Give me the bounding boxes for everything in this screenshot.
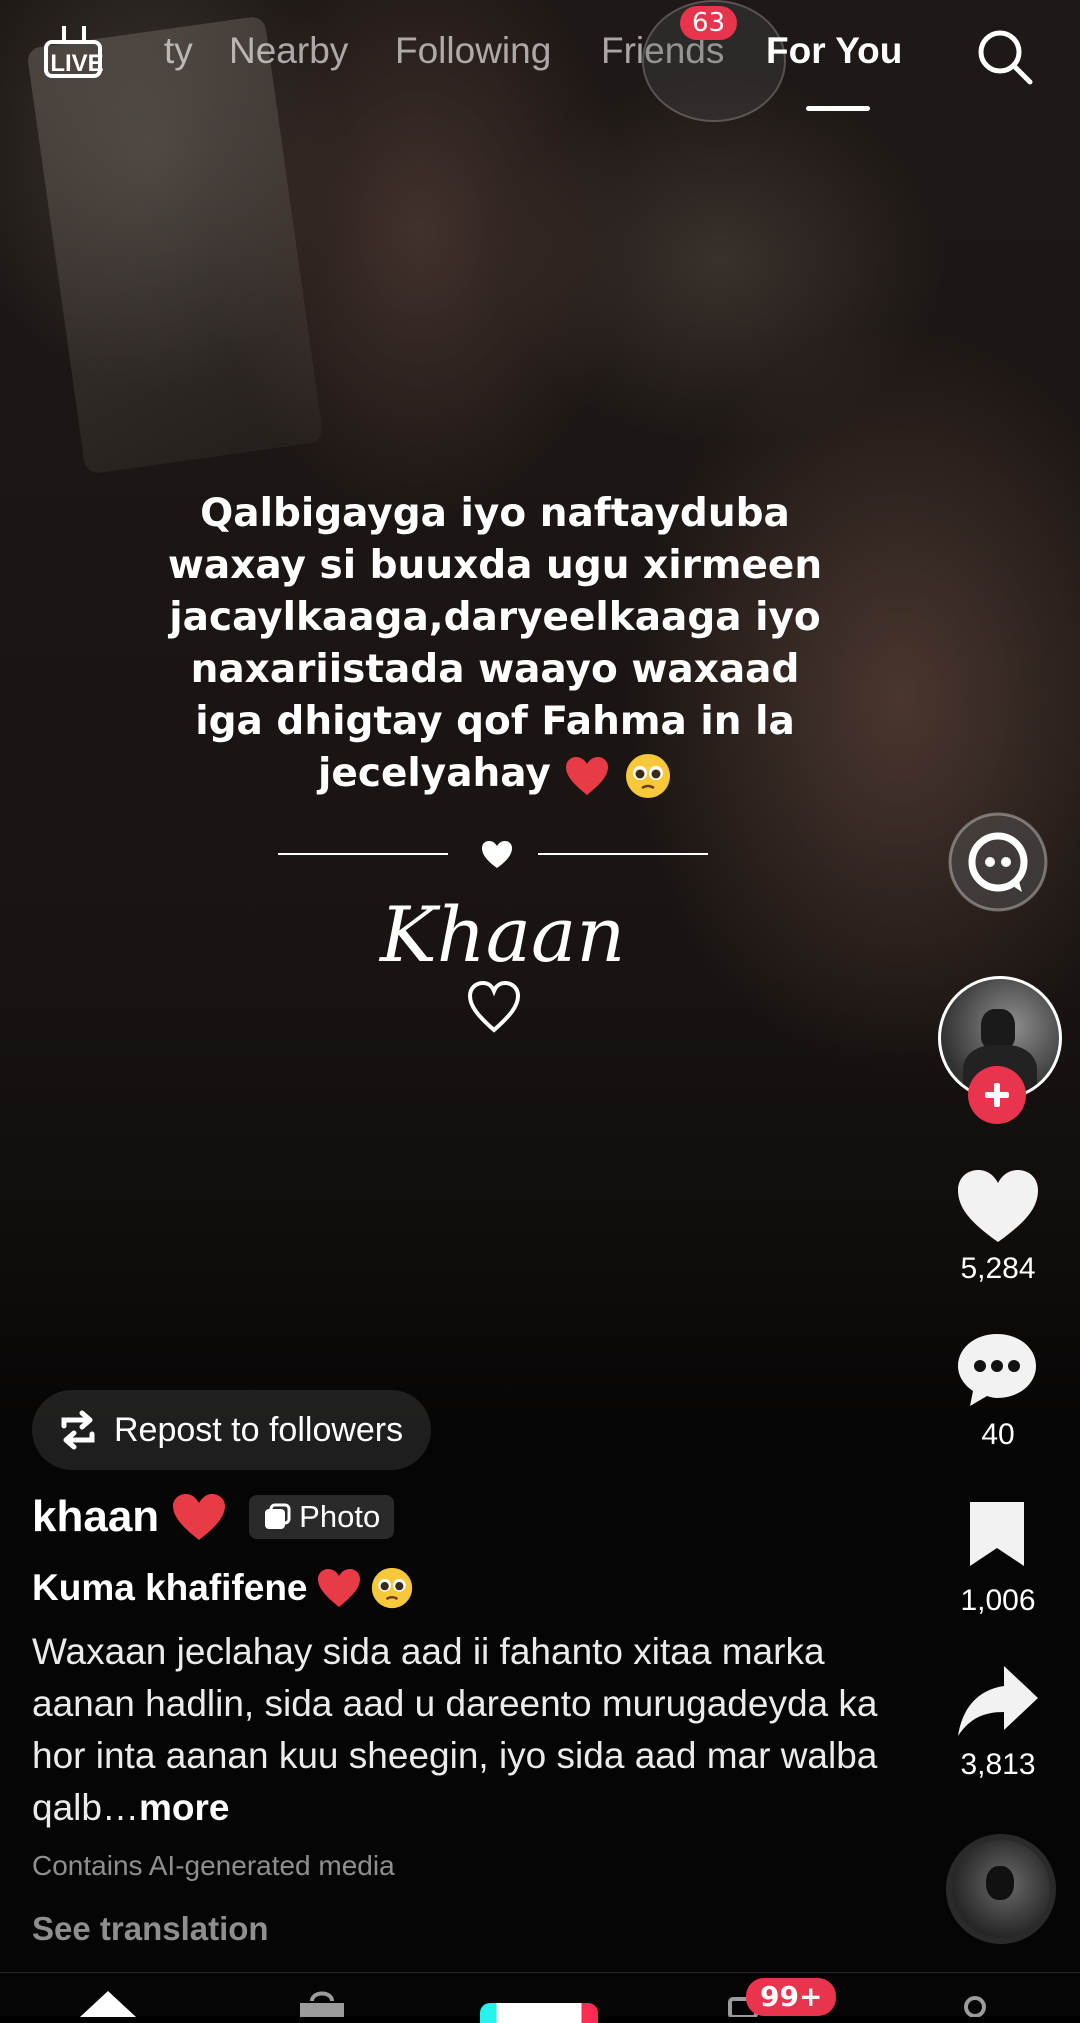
home-icon[interactable] [76, 1987, 140, 2017]
repost-icon [61, 1410, 95, 1450]
post-title: Kuma khafifene [32, 1567, 308, 1608]
sound-disc-figure [986, 1866, 1014, 1900]
share-count: 3,813 [960, 1748, 1036, 1781]
repost-button[interactable]: Repost to followers [32, 1390, 432, 1470]
caption-line: Qalbigayga iyo naftayduba [200, 491, 790, 536]
author-row: khaan Photo [32, 1492, 395, 1542]
caption-line: iga dhigtay qof Fahma in la [195, 699, 795, 744]
live-label: LIVE [50, 50, 104, 77]
caption-line: jecelyahay [318, 751, 551, 796]
assistant-icon[interactable] [948, 812, 1048, 912]
caption-line: jacaylkaaga,daryeelkaaga iyo [169, 595, 821, 640]
photo-caption: Qalbigayga iyo naftayduba waxay si buuxd… [120, 488, 870, 800]
top-nav: LIVE ty Nearby Following Friends 63 For … [0, 0, 1080, 122]
red-heart-icon [317, 1569, 360, 1607]
photo-chip: Photo [249, 1495, 395, 1539]
signature: Khaan [380, 890, 626, 979]
comment-count: 40 [981, 1418, 1015, 1451]
decorative-divider [278, 840, 718, 870]
repost-label: Repost to followers [114, 1410, 404, 1449]
bookmark-icon[interactable] [964, 1498, 1030, 1570]
shop-icon[interactable] [294, 1987, 350, 2017]
tab-following[interactable]: Following [395, 30, 551, 72]
red-heart-icon [173, 1494, 226, 1540]
author-username[interactable]: khaan [32, 1492, 159, 1542]
share-arrow-icon[interactable] [954, 1662, 1042, 1740]
active-tab-indicator [806, 106, 870, 111]
bottom-nav [0, 1972, 1080, 2023]
pleading-face-icon [625, 753, 670, 798]
caption-line-last: jecelyahay [120, 748, 870, 800]
outline-heart-icon [467, 980, 521, 1033]
save-count: 1,006 [960, 1584, 1036, 1617]
post-description[interactable]: Waxaan jeclahay sida aad ii fahanto xita… [32, 1626, 912, 1834]
photo-icon [265, 1503, 291, 1529]
more-link[interactable]: more [139, 1787, 229, 1828]
create-button[interactable] [480, 2003, 598, 2023]
divider-line-right [538, 853, 708, 855]
friends-badge: 63 [680, 6, 738, 40]
like-heart-icon[interactable] [954, 1166, 1042, 1246]
comment-icon[interactable] [954, 1330, 1040, 1410]
pleading-face-icon [371, 1567, 412, 1609]
live-icon[interactable]: LIVE [40, 26, 110, 84]
see-translation-link[interactable]: See translation [32, 1910, 269, 1948]
tab-for-you[interactable]: For You [766, 30, 902, 72]
like-count: 5,284 [960, 1252, 1036, 1285]
caption-line: naxariistada waayo waxaad [190, 647, 800, 692]
tab-partial[interactable]: ty [164, 30, 193, 72]
red-heart-icon [566, 756, 609, 795]
inbox-badge: 99+ [746, 1978, 837, 2016]
divider-line-left [278, 853, 448, 855]
search-icon[interactable] [974, 26, 1036, 88]
photo-chip-label: Photo [299, 1499, 381, 1534]
caption-line: waxay si buuxda ugu xirmeen [167, 543, 823, 588]
small-heart-icon [482, 841, 512, 868]
ai-generated-notice[interactable]: Contains AI-generated media [32, 1850, 395, 1882]
profile-icon[interactable] [958, 1995, 992, 2017]
avatar-figure [981, 1009, 1015, 1049]
post-title-row: Kuma khafifene [32, 1566, 414, 1610]
plus-icon [985, 1083, 1009, 1107]
follow-button[interactable] [968, 1066, 1026, 1124]
tab-nearby[interactable]: Nearby [229, 30, 348, 72]
sound-disc[interactable] [946, 1834, 1056, 1944]
